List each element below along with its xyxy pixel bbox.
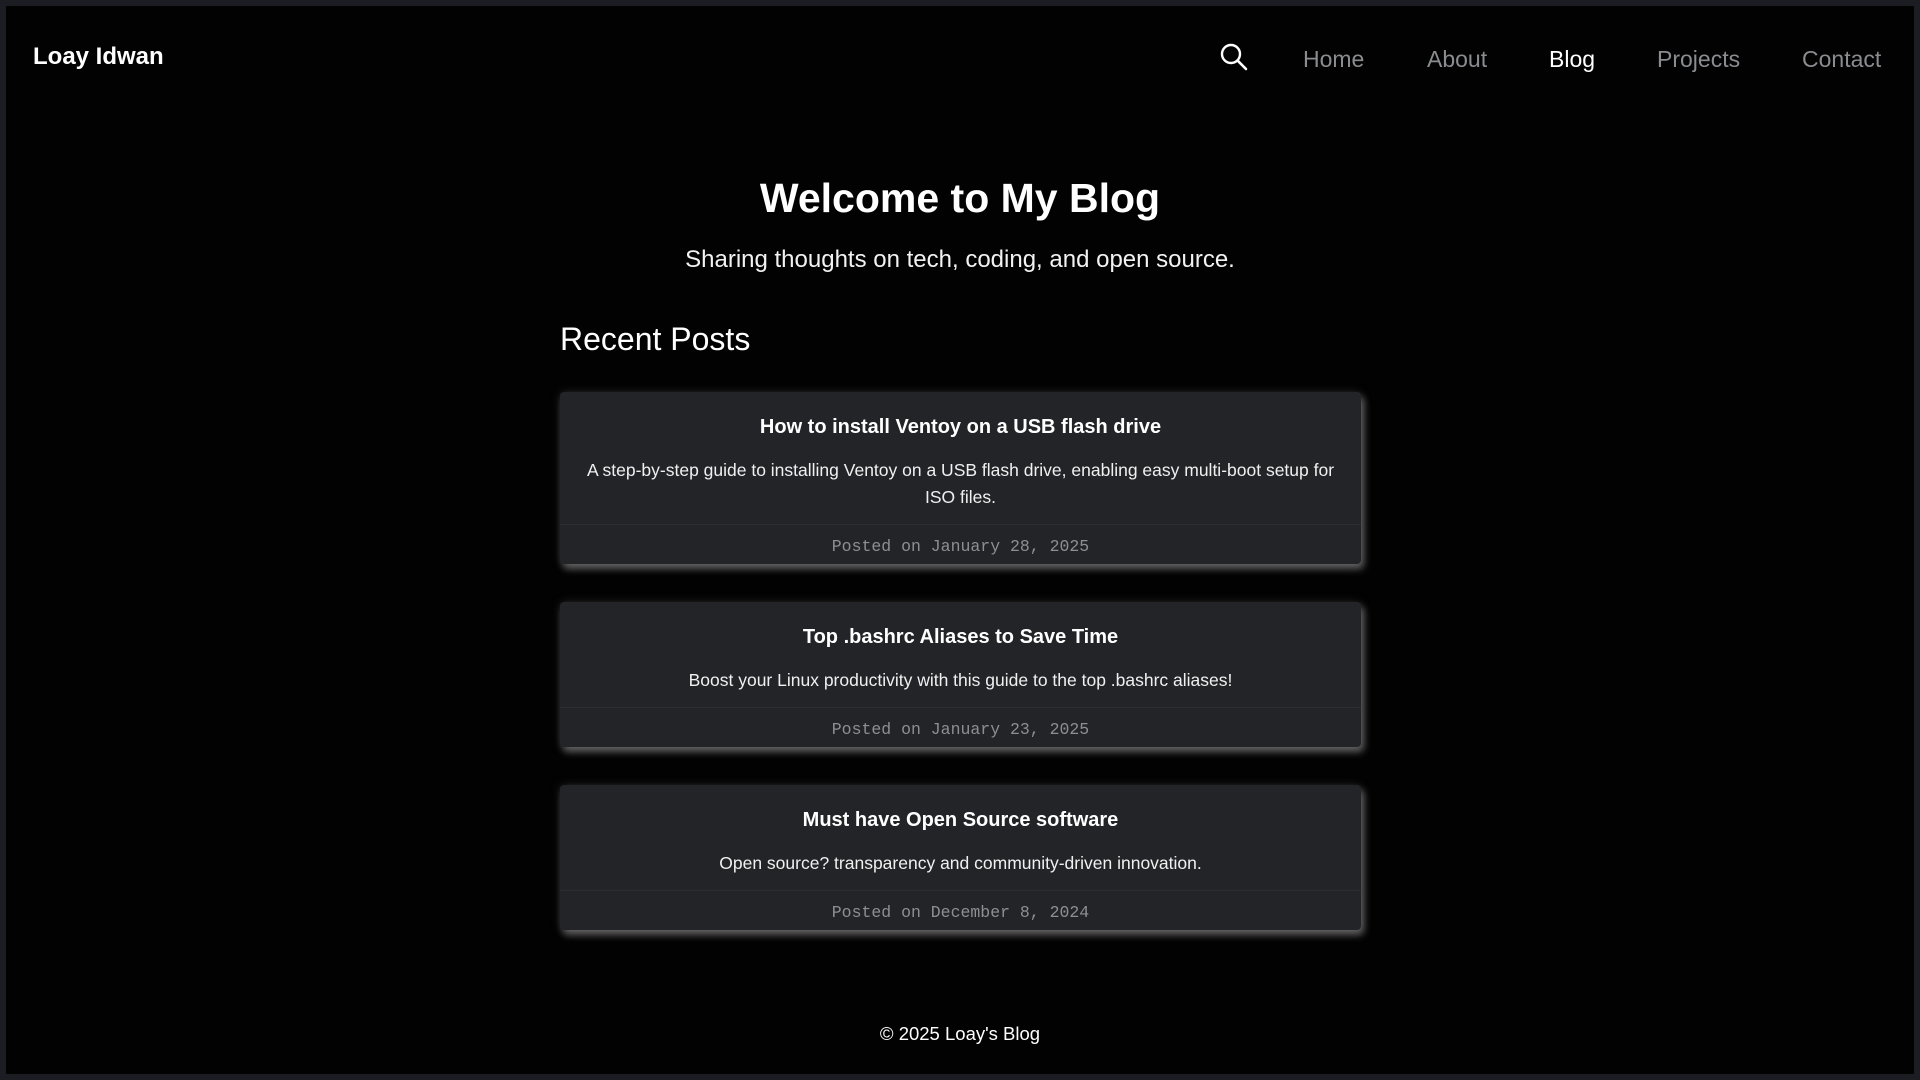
post-divider — [560, 707, 1361, 708]
nav-link-projects[interactable]: Projects — [1657, 44, 1740, 74]
post-date: Posted on December 8, 2024 — [831, 903, 1090, 922]
post-excerpt: Boost your Linux productivity with this … — [688, 670, 1233, 690]
nav-link-blog[interactable]: Blog — [1549, 44, 1595, 74]
hero-subtitle: Sharing thoughts on tech, coding, and op… — [685, 246, 1235, 273]
post-excerpt: A step-by-step guide to installing Vento… — [586, 460, 1335, 507]
nav-link-about[interactable]: About — [1427, 44, 1487, 74]
top-navbar: Loay Idwan Home About Blog Projects Cont… — [6, 6, 1914, 102]
post-date: Posted on January 28, 2025 — [831, 537, 1090, 556]
nav-link-contact[interactable]: Contact — [1802, 44, 1881, 74]
post-divider — [560, 524, 1361, 525]
search-icon[interactable] — [1218, 41, 1250, 73]
post-card[interactable]: How to install Ventoy on a USB flash dri… — [560, 392, 1361, 564]
post-title[interactable]: How to install Ventoy on a USB flash dri… — [560, 414, 1361, 440]
site-brand[interactable]: Loay Idwan — [33, 42, 164, 72]
nav-link-home[interactable]: Home — [1303, 44, 1364, 74]
post-title[interactable]: Top .bashrc Aliases to Save Time — [560, 624, 1361, 650]
post-divider — [560, 890, 1361, 891]
post-card[interactable]: Must have Open Source software Open sour… — [560, 785, 1361, 930]
post-title[interactable]: Must have Open Source software — [560, 807, 1361, 833]
hero-title: Welcome to My Blog — [759, 175, 1161, 221]
browser-viewport: Loay Idwan Home About Blog Projects Cont… — [6, 6, 1914, 1074]
site-footer: © 2025 Loay's Blog — [879, 1023, 1041, 1044]
post-excerpt: Open source? transparency and community-… — [719, 853, 1202, 873]
post-card[interactable]: Top .bashrc Aliases to Save Time Boost y… — [560, 602, 1361, 747]
post-date: Posted on January 23, 2025 — [831, 720, 1090, 739]
recent-posts-heading: Recent Posts — [560, 321, 751, 357]
